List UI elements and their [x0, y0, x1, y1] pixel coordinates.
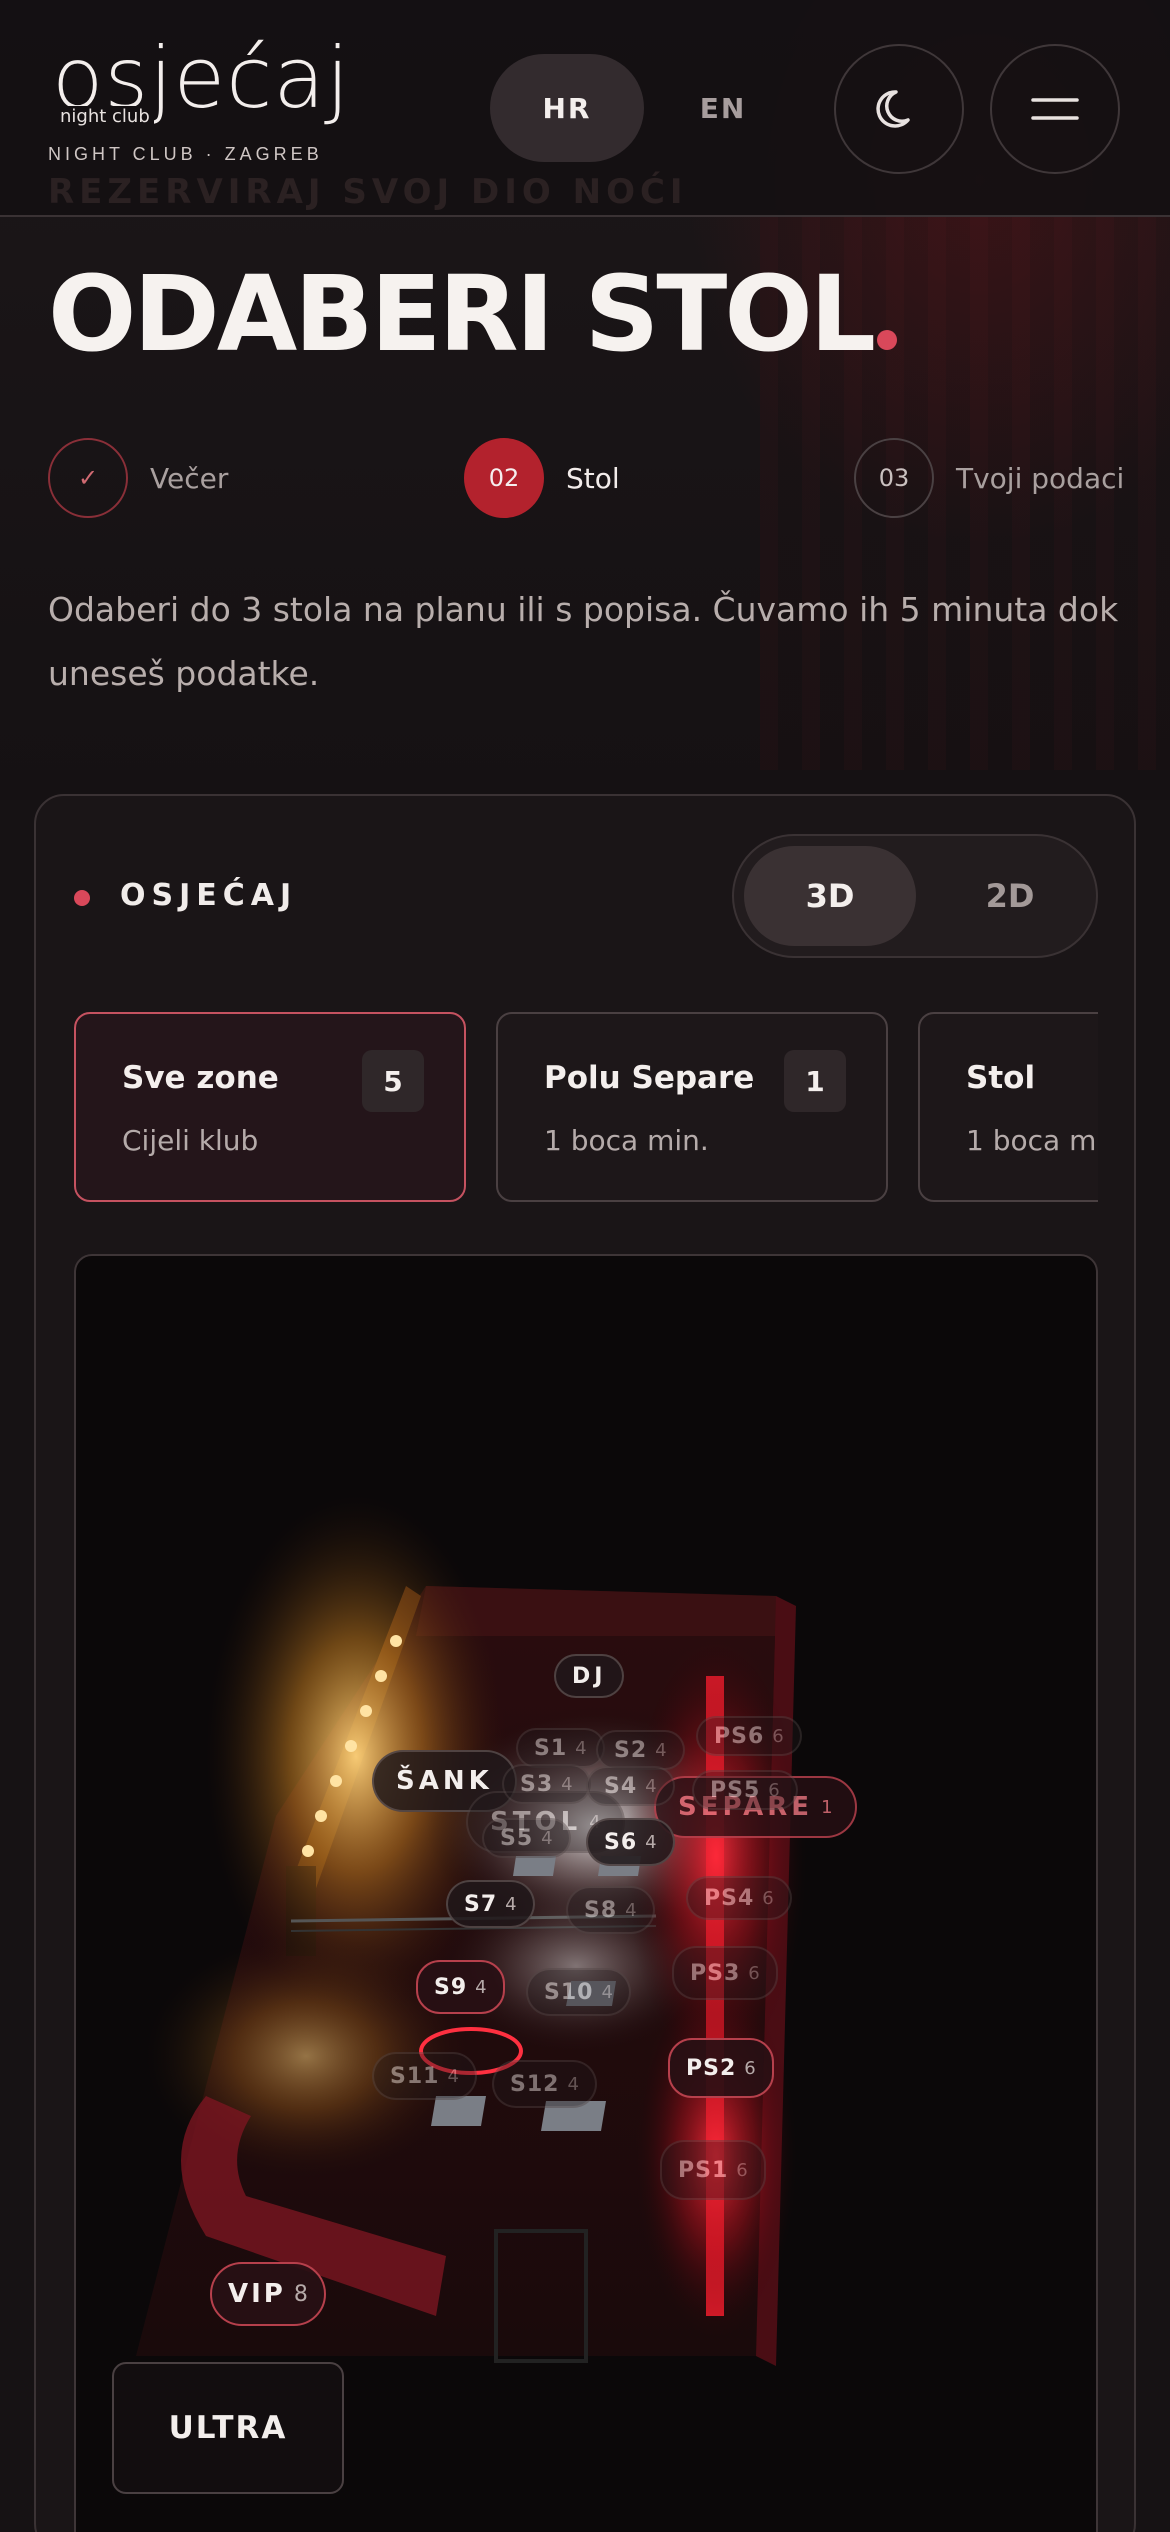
step-table[interactable]: 02 Stol — [464, 438, 620, 518]
dj-booth-label: DJ — [554, 1654, 625, 1698]
table-marker-s7[interactable]: S7 4 — [446, 1880, 535, 1928]
booth-marker-ps1[interactable]: PS1 6 — [660, 2140, 766, 2200]
logo[interactable]: osjećaj night club NIGHT CLUB · ZAGREB — [48, 36, 349, 170]
step-number: 02 — [464, 438, 544, 518]
zone-name: Stol — [966, 1060, 1036, 1096]
logo-tagline-small: night club — [56, 106, 154, 127]
step-label: Tvoji podaci — [956, 461, 1125, 495]
view-3d-button[interactable]: 3D — [744, 846, 916, 946]
zone-name: Sve zone — [122, 1060, 279, 1096]
table-marker-s5[interactable]: S5 4 — [482, 1818, 571, 1858]
intro-text: Odaberi do 3 stola na planu ili s popisa… — [48, 590, 1119, 693]
venue-name: OSJEĆAJ — [120, 878, 298, 913]
booth-marker-ps4[interactable]: PS4 6 — [686, 1876, 792, 1920]
page-title-text: ODABERI STOL — [48, 253, 876, 375]
moon-icon — [876, 90, 910, 128]
menu-button[interactable] — [990, 44, 1120, 174]
step-label: Stol — [566, 461, 620, 495]
table-marker-s3[interactable]: S3 4 — [502, 1764, 591, 1804]
step-evening[interactable]: ✓ Večer — [48, 438, 228, 518]
view-2d-button[interactable]: 2D — [930, 846, 1090, 946]
table-marker-s1[interactable]: S1 4 — [516, 1728, 605, 1768]
zone-subtitle: 1 boca min. — [544, 1124, 709, 1157]
table-marker-s4[interactable]: S4 4 — [586, 1766, 675, 1806]
check-icon: ✓ — [48, 438, 128, 518]
booth-marker-ps2[interactable]: PS2 6 — [668, 2038, 774, 2098]
zone-filter-list: Sve zone Cijeli klub 5 Polu Separe 1 boc… — [74, 1012, 1098, 1202]
zone-card-table[interactable]: Stol 1 boca min. — [918, 1012, 1098, 1202]
hamburger-menu-icon — [1031, 98, 1079, 120]
step-number: 03 — [854, 438, 934, 518]
logo-subtitle: NIGHT CLUB · ZAGREB — [48, 144, 323, 164]
floor-plan-3d[interactable]: DJ ŠANK STOL4 SEPARE1 S14 S24 S34 S44 S5… — [74, 1254, 1098, 2532]
zone-count-badge: 1 — [784, 1050, 846, 1112]
table-picker-card: OSJEĆAJ 3D 2D Sve zone Cijeli klub 5 Pol… — [34, 794, 1136, 2532]
booth-marker-ps6[interactable]: PS6 6 — [696, 1716, 802, 1756]
booth-marker-ps5[interactable]: PS5 6 — [692, 1770, 798, 1810]
language-en-button[interactable]: EN — [664, 54, 782, 162]
zone-name: Polu Separe — [544, 1060, 755, 1096]
table-marker-s2[interactable]: S2 4 — [596, 1730, 685, 1770]
table-marker-s8[interactable]: S8 4 — [566, 1886, 655, 1934]
header-ghost-text: REZERVIRAJ SVOJ DIO NOĆI — [48, 172, 688, 212]
step-label: Večer — [150, 461, 229, 495]
zone-count-badge: 5 — [362, 1050, 424, 1112]
venue-status-dot — [74, 890, 90, 906]
table-marker-s11[interactable]: S11 4 — [372, 2052, 477, 2100]
title-accent-dot — [877, 330, 898, 350]
theme-toggle-button[interactable] — [834, 44, 964, 174]
table-marker-s10[interactable]: S10 4 — [526, 1968, 631, 2016]
zone-subtitle: 1 boca min. — [966, 1124, 1098, 1157]
page-title: ODABERI STOL — [48, 262, 898, 366]
zone-card-half-booth[interactable]: Polu Separe 1 boca min. 1 — [496, 1012, 888, 1202]
booth-marker-ps3[interactable]: PS3 6 — [672, 1946, 778, 2000]
view-mode-toggle: 3D 2D — [732, 834, 1098, 958]
table-marker-s6[interactable]: S6 4 — [586, 1818, 675, 1866]
ultra-zone-button[interactable]: ULTRA — [112, 2362, 344, 2494]
table-marker-s9[interactable]: S9 4 — [416, 1960, 505, 2014]
step-your-details[interactable]: 03 Tvoji podaci — [854, 438, 1124, 518]
zone-card-all[interactable]: Sve zone Cijeli klub 5 — [74, 1012, 466, 1202]
site-header: REZERVIRAJ SVOJ DIO NOĆI osjećaj night c… — [0, 0, 1170, 217]
table-marker-s12[interactable]: S12 4 — [492, 2060, 597, 2108]
zone-subtitle: Cijeli klub — [122, 1124, 259, 1157]
vip-marker[interactable]: VIP 8 — [210, 2262, 326, 2326]
language-hr-button[interactable]: HR — [490, 54, 644, 162]
